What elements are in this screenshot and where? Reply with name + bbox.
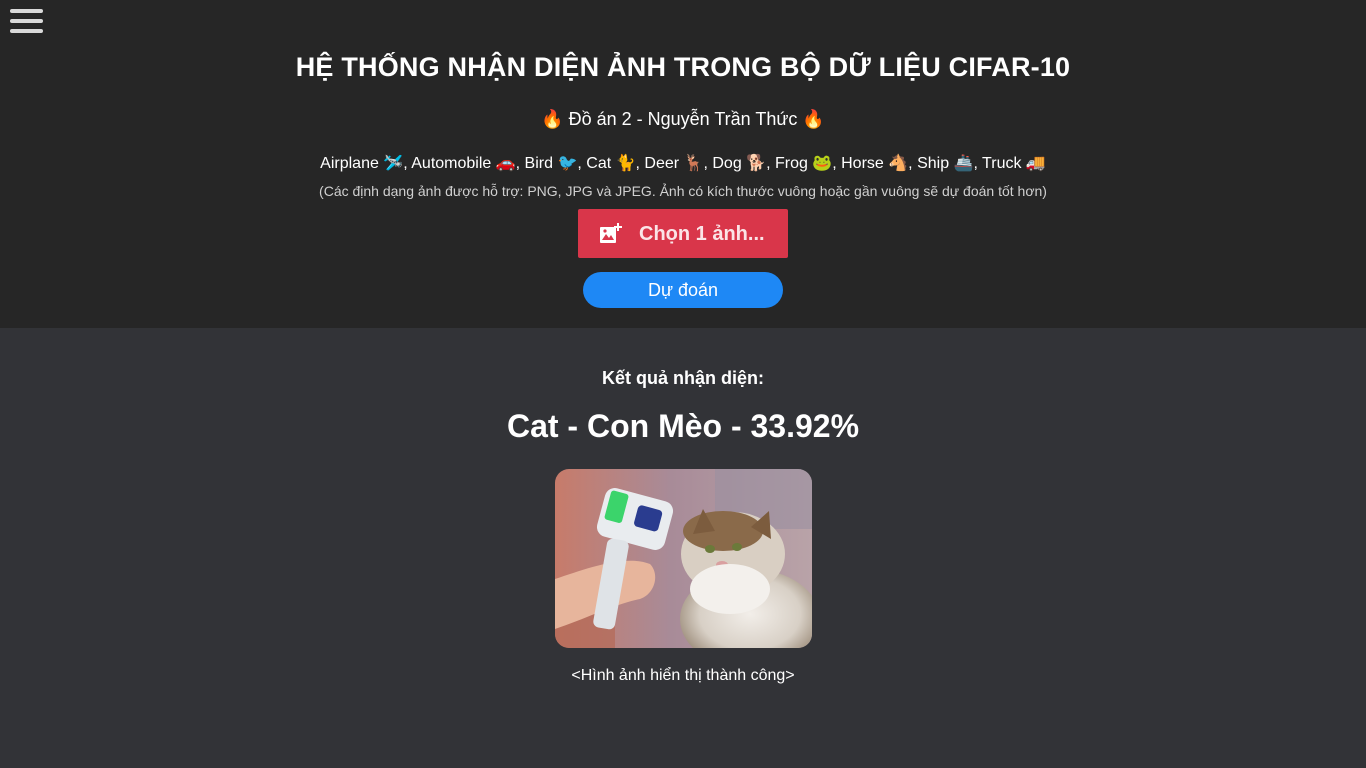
page-subtitle: 🔥 Đồ án 2 - Nguyễn Trần Thức 🔥 — [541, 109, 825, 129]
class-list: Airplane 🛩️, Automobile 🚗, Bird 🐦, Cat 🐈… — [320, 155, 1046, 172]
add-photo-icon — [600, 223, 622, 243]
hamburger-menu-icon[interactable] — [10, 9, 43, 33]
page-title: HỆ THỐNG NHẬN DIỆN ẢNH TRONG BỘ DỮ LIỆU … — [295, 52, 1071, 82]
header-section: HỆ THỐNG NHẬN DIỆN ẢNH TRONG BỘ DỮ LIỆU … — [0, 0, 1366, 328]
choose-image-label: Chọn 1 ảnh... — [639, 223, 765, 245]
result-heading: Kết quả nhận diện: — [602, 368, 764, 388]
uploaded-image-preview — [555, 469, 812, 648]
image-status-caption: <Hình ảnh hiển thị thành công> — [571, 667, 795, 684]
result-value: Cat - Con Mèo - 33.92% — [506, 408, 860, 444]
predict-button[interactable]: Dự đoán — [583, 272, 783, 308]
format-note: (Các định dạng ảnh được hỗ trợ: PNG, JPG… — [319, 183, 1047, 199]
cat-photo-illustration — [555, 469, 812, 648]
choose-image-button[interactable]: Chọn 1 ảnh... — [578, 209, 788, 258]
